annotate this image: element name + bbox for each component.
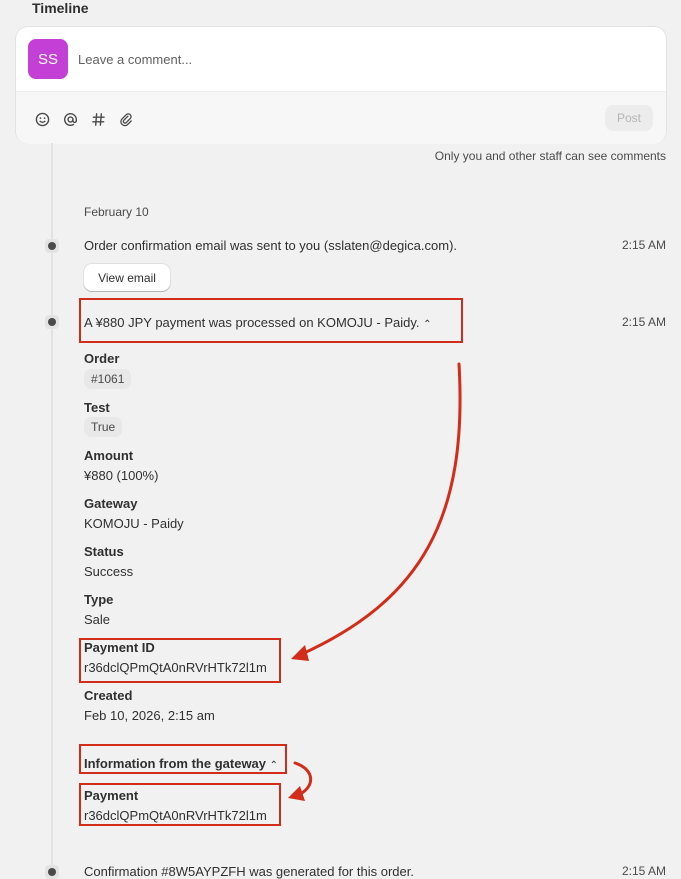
- annotation-arrowhead-short: [288, 786, 305, 801]
- annotation-arrows: [288, 362, 462, 801]
- annotation-arrowhead-long: [291, 645, 309, 661]
- annotation-arrow-long: [300, 362, 462, 656]
